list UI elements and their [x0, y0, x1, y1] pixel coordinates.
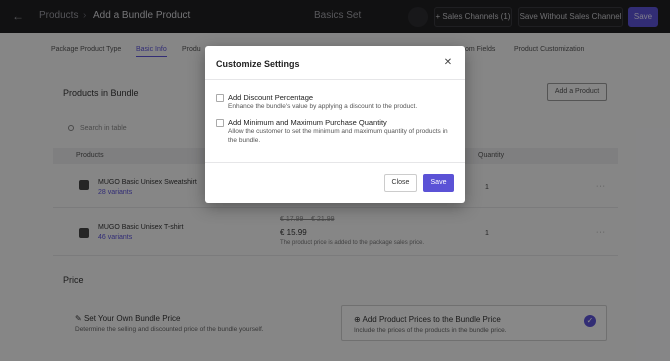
- min-max-label: Add Minimum and Maximum Purchase Quantit…: [228, 118, 387, 127]
- close-icon[interactable]: ✕: [443, 58, 453, 68]
- modal-save-button[interactable]: Save: [423, 174, 454, 192]
- customize-settings-modal: Customize Settings ✕ Add Discount Percen…: [205, 46, 465, 203]
- min-max-desc: Allow the customer to set the minimum an…: [228, 128, 448, 144]
- discount-desc: Enhance the bundle's value by applying a…: [228, 103, 418, 110]
- modal-title: Customize Settings: [216, 59, 300, 69]
- discount-checkbox[interactable]: [216, 94, 224, 102]
- modal-divider: [205, 162, 465, 163]
- min-max-checkbox[interactable]: [216, 119, 224, 127]
- modal-divider: [205, 79, 465, 80]
- discount-label: Add Discount Percentage: [228, 93, 314, 102]
- close-button[interactable]: Close: [384, 174, 417, 192]
